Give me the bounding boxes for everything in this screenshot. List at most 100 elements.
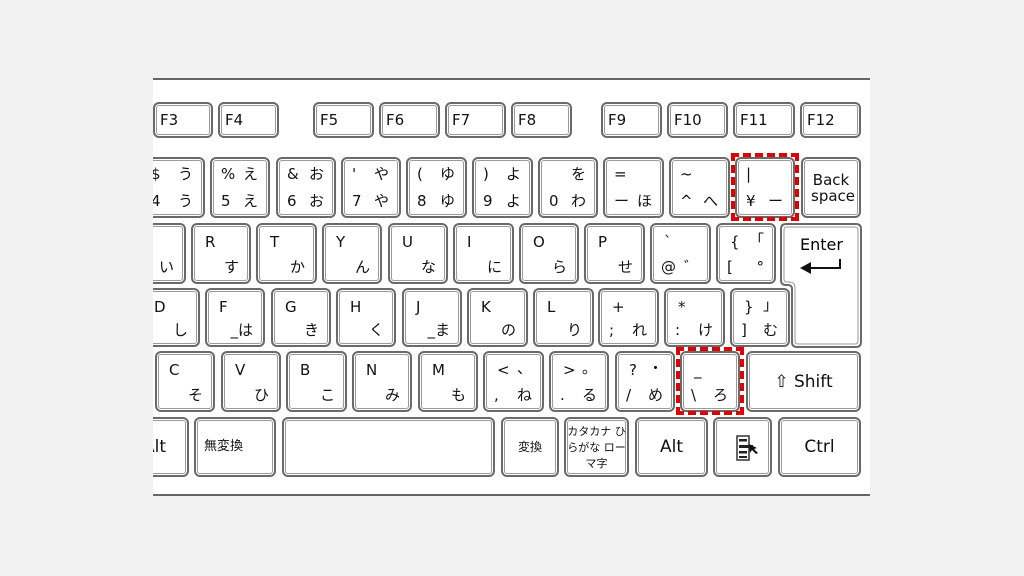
key-legend-br: み bbox=[384, 386, 400, 404]
key-legend-ctr: ⇧ Shift bbox=[774, 371, 833, 392]
key-legend-tr: 。 bbox=[581, 359, 597, 377]
key[interactable]: > 。. る bbox=[549, 351, 609, 412]
key[interactable]: Pせ bbox=[584, 223, 645, 284]
key[interactable]: *: け bbox=[664, 288, 725, 347]
key[interactable]: Alt bbox=[635, 417, 708, 477]
key[interactable]: Mも bbox=[418, 351, 478, 412]
key[interactable] bbox=[713, 417, 772, 477]
key-legend-tl: U bbox=[402, 233, 413, 251]
key-legend-bl: ^ bbox=[680, 192, 693, 210]
key[interactable]: F12 bbox=[800, 102, 861, 138]
key[interactable]: Tか bbox=[256, 223, 317, 284]
key[interactable]: Rす bbox=[191, 223, 251, 284]
key[interactable]: = ーほ bbox=[603, 157, 664, 218]
key[interactable]: Yん bbox=[322, 223, 382, 284]
key[interactable]: Alt bbox=[153, 417, 189, 477]
application-menu-icon bbox=[735, 435, 761, 465]
key[interactable]: ~ ^ へ bbox=[669, 157, 730, 218]
key[interactable] bbox=[282, 417, 495, 477]
key-legend-tl: G bbox=[285, 298, 297, 316]
key-legend-br: く bbox=[368, 321, 384, 339]
key[interactable]: Hく bbox=[336, 288, 396, 347]
key[interactable]: Bこ bbox=[286, 351, 347, 412]
key[interactable]: & お 6 お bbox=[276, 157, 336, 218]
key-legend-tl: { bbox=[730, 233, 740, 251]
key[interactable]: F5 bbox=[313, 102, 374, 138]
key[interactable]: Dし bbox=[153, 288, 200, 347]
key[interactable]: い bbox=[153, 223, 186, 284]
key[interactable]: F10 bbox=[667, 102, 728, 138]
key[interactable]: F8 bbox=[511, 102, 572, 138]
key-legend-tl: ~ bbox=[680, 165, 693, 183]
key-legend-tl: + bbox=[612, 298, 625, 316]
key-legend-br: か bbox=[289, 258, 305, 276]
key[interactable]: Back space bbox=[801, 157, 861, 218]
key[interactable]: カタカナ ひらがな ローマ字 bbox=[564, 417, 629, 477]
key-legend-tr: 」 bbox=[762, 296, 778, 314]
key[interactable]: ' や 7 や bbox=[341, 157, 401, 218]
key-legend-br: け bbox=[697, 321, 713, 339]
key-legend-tl: V bbox=[235, 361, 246, 379]
key[interactable]: $ う4う bbox=[153, 157, 205, 218]
key[interactable]: F3 bbox=[153, 102, 213, 138]
key-label: F9 bbox=[608, 111, 627, 129]
enter-label: Enter bbox=[800, 235, 843, 254]
key[interactable]: F9 bbox=[601, 102, 662, 138]
key[interactable]: Uな bbox=[388, 223, 448, 284]
key[interactable]: F4 bbox=[218, 102, 279, 138]
key-legend-bl: 7 bbox=[352, 192, 362, 210]
key[interactable]: Gき bbox=[271, 288, 331, 347]
key-legend-br: め bbox=[647, 386, 663, 404]
key[interactable]: を0わ bbox=[538, 157, 598, 218]
key-legend-br: ゆ bbox=[439, 192, 455, 210]
key-legend-br: む bbox=[762, 321, 778, 339]
key[interactable]: Oら bbox=[519, 223, 579, 284]
key[interactable]: Lり bbox=[533, 288, 594, 347]
key-legend-tr: や bbox=[373, 165, 389, 183]
key-legend-br: よ bbox=[505, 192, 521, 210]
key[interactable]: ⇧ Shift bbox=[746, 351, 861, 412]
key[interactable]: % え 5 え bbox=[210, 157, 270, 218]
key[interactable]: Vひ bbox=[221, 351, 281, 412]
key-legend-tl: ` bbox=[664, 233, 672, 251]
key-legend-bl: 6 bbox=[287, 192, 297, 210]
key-legend-tr: ゆ bbox=[439, 165, 455, 183]
key[interactable]: F7 bbox=[445, 102, 506, 138]
key-legend-br: _ま bbox=[427, 321, 450, 339]
key[interactable]: < 、, ね bbox=[483, 351, 544, 412]
key[interactable]: {「 [° bbox=[716, 223, 776, 284]
key-label: F11 bbox=[740, 111, 768, 129]
key[interactable]: ` @ ゛ bbox=[650, 223, 711, 284]
key-legend-ctr: Alt bbox=[153, 437, 167, 457]
key[interactable]: ) よ 9 よ bbox=[472, 157, 533, 218]
key-legend-br: り bbox=[566, 321, 582, 339]
key[interactable]: F6 bbox=[379, 102, 440, 138]
key-legend-tl: ? bbox=[629, 361, 637, 379]
key-label: F3 bbox=[160, 111, 179, 129]
key[interactable]: Kの bbox=[467, 288, 528, 347]
key[interactable]: Cそ bbox=[155, 351, 215, 412]
enter-key[interactable]: Enter bbox=[778, 221, 864, 351]
key[interactable]: Iに bbox=[453, 223, 514, 284]
key-legend-bl: ] bbox=[741, 321, 747, 339]
key-legend-tl: } bbox=[744, 298, 754, 316]
key[interactable]: ? ・ / め bbox=[615, 351, 675, 412]
key[interactable]: +; れ bbox=[598, 288, 659, 347]
key[interactable]: (ゆ 8 ゆ bbox=[406, 157, 467, 218]
key[interactable]: J _ま bbox=[402, 288, 462, 347]
key-legend-tl: O bbox=[533, 233, 545, 251]
key-legend-tl: $ bbox=[153, 166, 161, 182]
key[interactable]: F11 bbox=[733, 102, 795, 138]
key[interactable]: 無変換 bbox=[194, 417, 276, 477]
key-legend-bl: 5 bbox=[221, 192, 231, 210]
key-legend-br: も bbox=[450, 386, 466, 404]
key[interactable]: 変換 bbox=[501, 417, 559, 477]
key[interactable]: Nみ bbox=[352, 351, 412, 412]
highlight-backslash-key bbox=[676, 347, 744, 415]
key[interactable]: F _は bbox=[205, 288, 265, 347]
key-legend-tr: お bbox=[308, 165, 324, 183]
key[interactable]: Ctrl bbox=[778, 417, 861, 477]
key-legend-ctrs: 変換 bbox=[517, 440, 542, 454]
key-legend-br: や bbox=[373, 192, 389, 210]
key-legend-tl: Y bbox=[336, 233, 346, 251]
